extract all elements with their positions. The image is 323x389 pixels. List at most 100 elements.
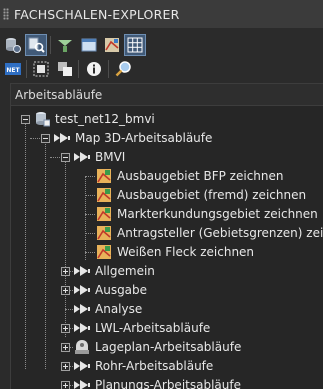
select-object-button[interactable] [30, 58, 52, 80]
draw-area-icon [95, 168, 113, 184]
tree-connector [85, 233, 95, 234]
workflow-arrow-icon [73, 301, 91, 317]
collapse-toggle-icon[interactable] [61, 153, 70, 162]
select-object-icon [33, 61, 49, 77]
tree-connector [85, 214, 95, 215]
section-header: Arbeitsabläufe [11, 84, 323, 106]
tree-node-label: Antragsteller (Gebietsgrenzen) zeichnen [117, 225, 323, 240]
tree-filter-button[interactable] [54, 34, 76, 56]
tree-node-label: test_net12_bmvi [55, 111, 155, 126]
search-workflow-icon [28, 37, 45, 53]
tree-connector [85, 176, 86, 260]
tree-connector [85, 252, 95, 253]
tree-node-group[interactable]: Lageplan-Arbeitsabläufe [73, 337, 241, 356]
db-settings-button[interactable] [2, 34, 24, 56]
tree-node-workflow-group[interactable]: Map 3D-Arbeitsabläufe [53, 128, 212, 147]
tree-node-group[interactable]: LWL-Arbeitsabläufe [73, 318, 210, 337]
workflow-panel: Arbeitsabläufe test_net12_bmvi Map 3D-Ar… [10, 83, 323, 389]
net-icon: NET [5, 63, 21, 75]
info-icon [87, 62, 101, 76]
map-symbol-button[interactable] [101, 34, 123, 56]
expand-toggle-icon[interactable] [61, 267, 70, 276]
window-button[interactable] [78, 34, 100, 56]
toolbar-separator [26, 60, 27, 78]
tree-node-label: Map 3D-Arbeitsabläufe [75, 130, 213, 145]
panel-title: FACHSCHALEN-EXPLORER [14, 7, 180, 22]
tree-connector [85, 195, 95, 196]
expand-toggle-icon[interactable] [61, 362, 70, 371]
workflow-arrow-icon [53, 130, 71, 146]
collapse-toggle-icon[interactable] [41, 134, 50, 143]
workflow-arrow-icon [73, 377, 91, 389]
tree-node-root[interactable]: test_net12_bmvi [33, 109, 155, 128]
tree-leaf-workflow[interactable]: Antragsteller (Gebietsgrenzen) zeichnen [95, 223, 323, 242]
expand-toggle-icon[interactable] [61, 324, 70, 333]
site-plan-icon [73, 339, 91, 355]
collapse-toggle-icon[interactable] [21, 115, 30, 124]
tree-node-group[interactable]: Rohr-Arbeitsabläufe [73, 356, 213, 375]
drag-grip-icon[interactable] [3, 8, 9, 20]
workflow-arrow-icon [73, 282, 91, 298]
toolbar-separator [108, 60, 109, 78]
tree-connector [65, 157, 66, 337]
toolbar-separator [50, 36, 51, 54]
tree-node-label: Ausbaugebiet (fremd) zeichnen [117, 187, 307, 202]
grid-button[interactable] [124, 34, 146, 56]
expand-toggle-icon[interactable] [61, 343, 70, 352]
draw-area-icon [95, 244, 113, 260]
tree-leaf-workflow[interactable]: Ausbaugebiet BFP zeichnen [95, 166, 284, 185]
grid-icon [127, 37, 143, 53]
expand-toggle-icon[interactable] [61, 381, 70, 389]
toolbar-separator [78, 60, 79, 78]
map-symbol-icon [105, 38, 119, 52]
tree-connector [85, 176, 95, 177]
tree-node-group[interactable]: Ausgabe [73, 280, 147, 299]
copy-shapes-icon [58, 62, 72, 76]
tree-node-bmvi[interactable]: BMVI [73, 147, 125, 166]
search-workflow-button[interactable] [25, 34, 47, 56]
toolbar-top [0, 33, 323, 57]
database-icon [33, 111, 51, 127]
draw-area-icon [95, 187, 113, 203]
tree-node-label: Allgemein [95, 263, 155, 278]
tree-node-label: Planungs-Arbeitsabläufe [95, 377, 241, 389]
zoom-search-button[interactable] [112, 58, 134, 80]
workflow-arrow-icon [73, 149, 91, 165]
zoom-search-icon [115, 61, 131, 77]
net-button[interactable]: NET [2, 58, 24, 80]
tree-leaf-workflow[interactable]: Weißen Fleck zeichnen [95, 242, 254, 261]
workflow-tree[interactable]: test_net12_bmvi Map 3D-Arbeitsabläufe BM… [11, 106, 323, 389]
tree-leaf-workflow[interactable]: Markterkundungsgebiet zeichnen [95, 204, 318, 223]
info-button[interactable] [83, 58, 105, 80]
tree-node-label: Weißen Fleck zeichnen [117, 244, 255, 259]
section-label: Arbeitsabläufe [15, 88, 103, 102]
tree-connector [65, 309, 73, 310]
tree-node-label: Ausgabe [95, 282, 148, 297]
tree-node-label: LWL-Arbeitsabläufe [95, 320, 211, 335]
tree-node-group[interactable]: Planungs-Arbeitsabläufe [73, 375, 241, 389]
db-settings-icon [6, 38, 21, 53]
workflow-arrow-icon [73, 358, 91, 374]
tree-node-label: Lageplan-Arbeitsabläufe [95, 339, 242, 354]
expand-toggle-icon[interactable] [61, 286, 70, 295]
tree-connector [45, 138, 46, 369]
tree-node-label: Markterkundungsgebiet zeichnen [117, 206, 318, 221]
toolbar-bottom: NET [0, 57, 323, 81]
tree-node-label: BMVI [95, 149, 126, 164]
svg-text:NET: NET [6, 67, 20, 74]
tree-node-label: Analyse [95, 301, 143, 316]
tree-node-group[interactable]: Allgemein [73, 261, 155, 280]
draw-area-icon [95, 225, 113, 241]
tree-filter-icon [58, 40, 72, 52]
tree-node-label: Ausbaugebiet BFP zeichnen [117, 168, 284, 183]
copy-shapes-button[interactable] [54, 58, 76, 80]
window-icon [81, 38, 97, 52]
workflow-arrow-icon [73, 320, 91, 336]
tree-node-label: Rohr-Arbeitsabläufe [95, 358, 214, 373]
panel-titlebar[interactable]: FACHSCHALEN-EXPLORER [0, 0, 323, 28]
tree-node-group[interactable]: Analyse [73, 299, 142, 318]
tree-connector [25, 119, 26, 369]
draw-area-icon [95, 206, 113, 222]
tree-leaf-workflow[interactable]: Ausbaugebiet (fremd) zeichnen [95, 185, 306, 204]
workflow-arrow-icon [73, 263, 91, 279]
